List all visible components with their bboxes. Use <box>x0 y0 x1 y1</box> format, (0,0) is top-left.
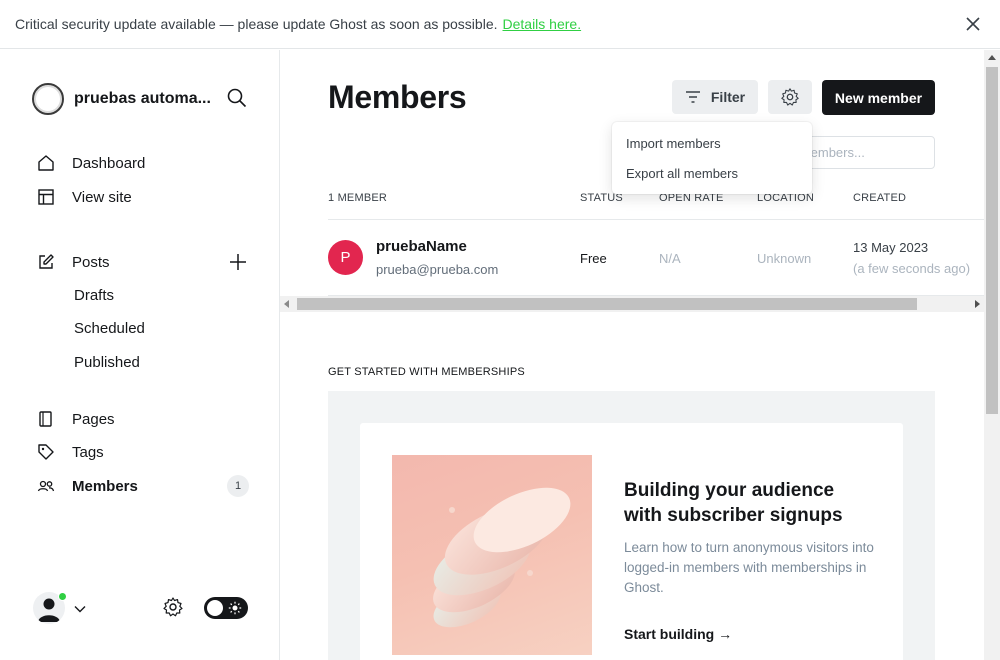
filter-icon <box>685 91 700 103</box>
member-location: Unknown <box>757 251 812 266</box>
members-icon <box>36 476 56 496</box>
sidebar-item-view-site[interactable]: View site <box>36 185 132 209</box>
site-brand[interactable]: pruebas automa... <box>32 83 211 115</box>
site-logo-icon <box>32 83 64 115</box>
sidebar-item-drafts[interactable]: Drafts <box>74 287 114 304</box>
sidebar-item-label: Tags <box>72 443 104 461</box>
column-header-member[interactable]: 1 MEMBER <box>328 192 387 204</box>
add-post-icon[interactable] <box>228 252 248 272</box>
sidebar-item-label: Pages <box>72 410 115 428</box>
search-icon[interactable] <box>226 87 248 109</box>
column-header-created[interactable]: CREATED <box>853 192 906 204</box>
scroll-right-arrow[interactable] <box>975 300 980 308</box>
edit-icon <box>36 252 56 272</box>
scrollbar-thumb[interactable] <box>986 67 998 414</box>
sidebar-item-published[interactable]: Published <box>74 354 140 371</box>
members-count-badge: 1 <box>227 475 249 497</box>
promo-title: Building your audience with subscriber s… <box>624 480 843 526</box>
memberships-section-label: GET STARTED WITH MEMBERSHIPS <box>328 366 525 378</box>
vertical-scrollbar[interactable] <box>984 50 1000 660</box>
sidebar-item-scheduled[interactable]: Scheduled <box>74 320 145 337</box>
member-avatar: P <box>328 240 363 275</box>
settings-gear-icon[interactable] <box>162 596 184 618</box>
scrollbar-thumb[interactable] <box>297 298 917 310</box>
import-members-item[interactable]: Import members <box>612 128 812 158</box>
member-actions-button[interactable] <box>768 80 812 114</box>
sidebar-item-label: Posts <box>72 253 110 271</box>
promo-card: Building your audience with subscriber s… <box>360 423 903 660</box>
tag-icon <box>36 442 56 462</box>
sun-icon <box>228 601 242 615</box>
member-status: Free <box>580 251 607 266</box>
filter-label: Filter <box>710 89 746 105</box>
gear-icon <box>781 88 799 106</box>
banner-text: Critical security update available — ple… <box>15 16 498 32</box>
member-name[interactable]: pruebaName <box>376 238 467 255</box>
member-actions-dropdown: Import members Export all members <box>612 122 812 194</box>
scroll-left-arrow[interactable] <box>284 300 289 308</box>
sidebar-item-members[interactable]: Members <box>36 474 138 498</box>
close-icon[interactable] <box>964 15 982 33</box>
scroll-up-arrow[interactable] <box>988 55 996 60</box>
window-icon <box>36 187 56 207</box>
member-open-rate: N/A <box>659 251 681 266</box>
toggle-knob <box>207 600 223 616</box>
sidebar-item-posts[interactable]: Posts <box>36 250 110 274</box>
sidebar-item-label: Dashboard <box>72 154 146 172</box>
member-created-date: 13 May 2023 <box>853 240 929 255</box>
member-email: prueba@prueba.com <box>376 262 499 277</box>
site-name: pruebas automa... <box>74 90 211 107</box>
security-update-banner: Critical security update available — ple… <box>0 0 1000 49</box>
start-building-link[interactable]: Start building → <box>624 626 732 642</box>
promo-illustration <box>392 455 592 655</box>
banner-details-link[interactable]: Details here. <box>503 16 582 32</box>
page-title: Members <box>328 79 467 115</box>
main-content: Members Filter New member Import members… <box>280 50 984 660</box>
online-status-dot <box>58 592 67 601</box>
sidebar-item-pages[interactable]: Pages <box>36 407 115 431</box>
filter-button[interactable]: Filter <box>672 80 758 114</box>
horizontal-scrollbar[interactable] <box>280 296 984 312</box>
sidebar: pruebas automa... Dashboard View site Po… <box>0 50 280 660</box>
export-members-item[interactable]: Export all members <box>612 158 812 188</box>
sidebar-item-tags[interactable]: Tags <box>36 440 104 464</box>
dark-mode-toggle[interactable] <box>204 597 248 619</box>
home-icon <box>36 153 56 173</box>
sidebar-item-label: Members <box>72 477 138 495</box>
sidebar-item-label: View site <box>72 188 132 206</box>
page-icon <box>36 409 56 429</box>
member-created-relative: (a few seconds ago) <box>853 261 971 276</box>
table-divider <box>328 219 984 220</box>
memberships-promo: Building your audience with subscriber s… <box>328 391 935 660</box>
promo-description: Learn how to turn anonymous visitors int… <box>624 540 874 595</box>
chevron-down-icon[interactable] <box>73 602 87 616</box>
new-member-button[interactable]: New member <box>822 80 935 115</box>
sidebar-item-dashboard[interactable]: Dashboard <box>36 151 145 175</box>
